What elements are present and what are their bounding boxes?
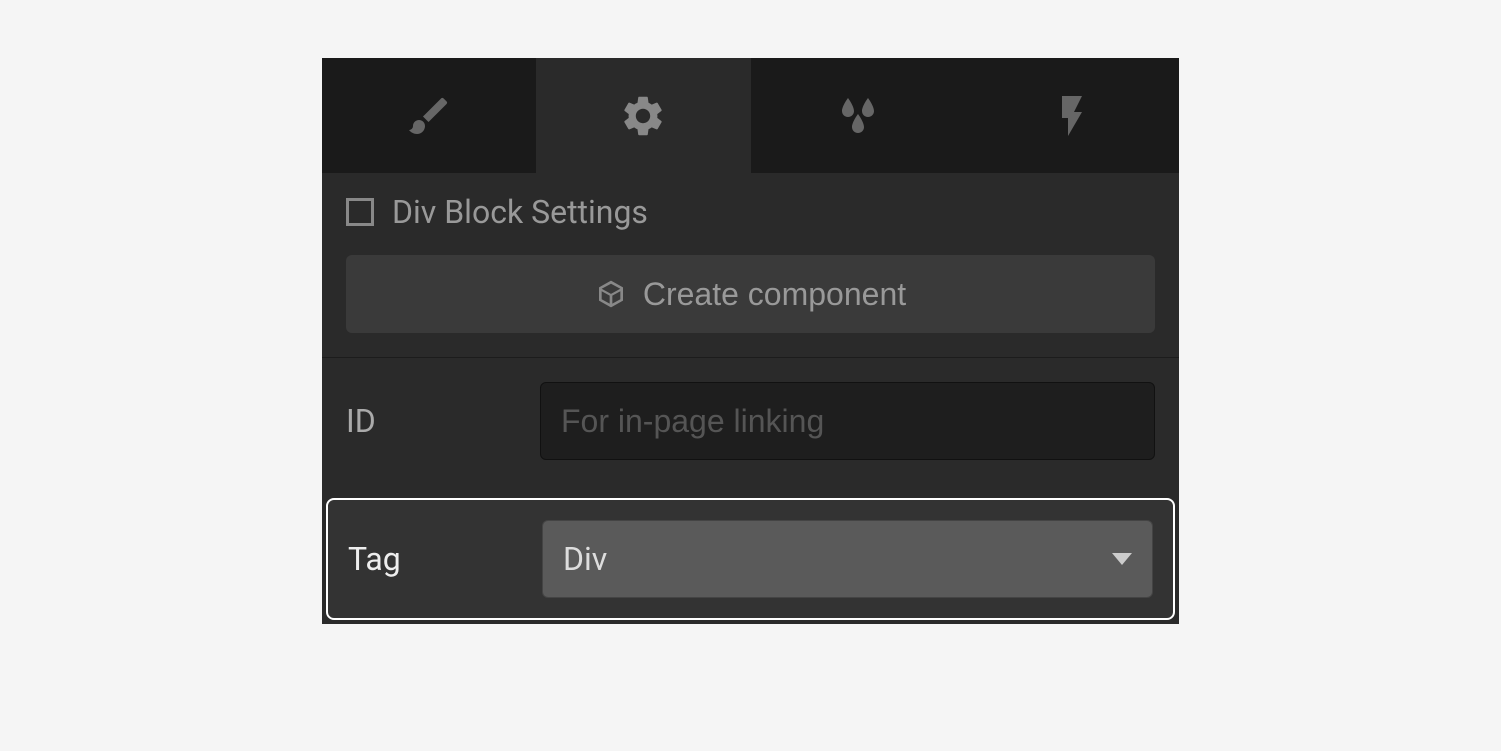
brush-icon: [405, 92, 453, 140]
tag-label: Tag: [348, 540, 518, 578]
create-component-label: Create component: [643, 276, 906, 313]
id-label: ID: [346, 402, 516, 440]
create-component-button[interactable]: Create component: [346, 255, 1155, 333]
tag-field-row: Tag Div: [326, 498, 1175, 620]
droplets-icon: [834, 92, 882, 140]
gear-icon: [619, 92, 667, 140]
bolt-icon: [1048, 92, 1096, 140]
id-input[interactable]: [540, 382, 1155, 460]
cube-icon: [595, 278, 627, 310]
square-icon: [346, 198, 374, 226]
tab-style[interactable]: [322, 58, 536, 173]
tab-effects[interactable]: [751, 58, 965, 173]
chevron-down-icon: [1112, 553, 1132, 565]
tab-settings[interactable]: [536, 58, 750, 173]
tag-select[interactable]: Div: [542, 520, 1153, 598]
section-title: Div Block Settings: [392, 193, 648, 231]
tag-select-value: Div: [563, 540, 607, 578]
id-field-row: ID: [322, 358, 1179, 484]
settings-panel: Div Block Settings Create component ID T…: [322, 58, 1179, 624]
section-header: Div Block Settings: [322, 173, 1179, 247]
tab-interactions[interactable]: [965, 58, 1179, 173]
panel-tabs: [322, 58, 1179, 173]
